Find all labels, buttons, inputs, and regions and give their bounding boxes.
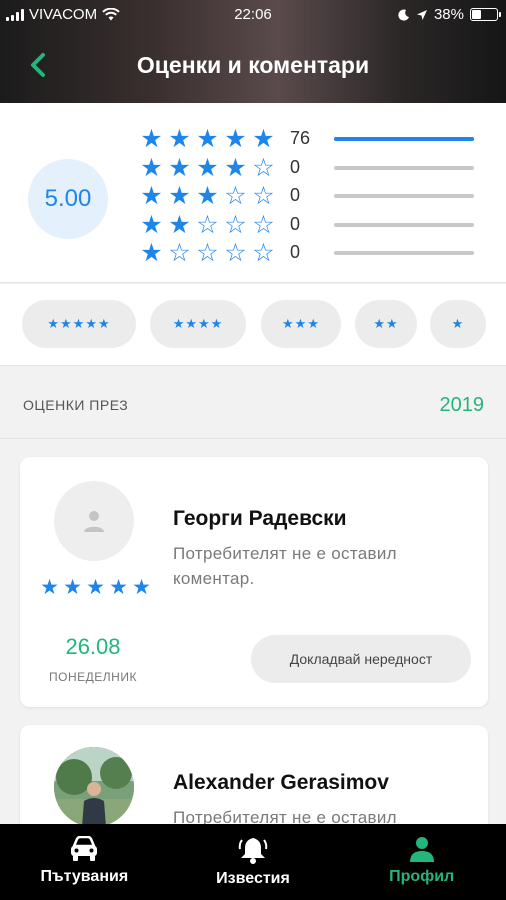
star-filled-icon: ★ [168, 153, 191, 182]
person-placeholder-icon [84, 511, 104, 532]
average-rating: 5.00 [28, 159, 108, 239]
review-card: ★ ★ ★ ★ ★ Георги Радевски Потребителят не е … [20, 457, 488, 707]
tab-label: Профил [389, 868, 455, 885]
ratings-period-bar: ОЦЕНКИ ПРЕЗ 2019 [0, 367, 506, 439]
reviewer-name: Георги Радевски [173, 507, 347, 530]
star-rating-icons: ★ ★ ★ ★ ☆ [138, 154, 277, 182]
review-comment: Потребителят не е оставил коментар. [173, 544, 397, 588]
tab-notifications[interactable]: Известия [169, 824, 338, 900]
rating-progress-bar [334, 222, 474, 227]
rating-row-2: ★ ★ ☆ ☆ ☆ 0 [138, 211, 474, 239]
location-arrow-icon [416, 9, 427, 20]
battery-icon [470, 8, 501, 21]
star-rating-icons: ★ ★ ★ ☆ ☆ [138, 182, 277, 210]
tab-bar: Пътувания Известия Профил [0, 824, 506, 900]
star-filled-icon: ★ [196, 153, 219, 182]
star-outline-icon: ☆ [224, 182, 247, 210]
star-filled-icon: ★ [140, 239, 163, 267]
star-filled-icon: ★ [109, 576, 128, 599]
star-filled-icon: ★ [224, 153, 247, 182]
moon-icon [398, 9, 409, 21]
review-stars: ★ ★ ★ ★ ★ [38, 575, 153, 600]
star-filled-icon: ★ [140, 153, 163, 182]
rating-progress-bar [334, 194, 474, 198]
rating-summary: 5.00 ★ ★ ★ ★ ★ 76 ★ ★ ★ ★ ☆ 0 ★ ★ ★ ☆ ☆ 0 ★ ★ ☆ ☆ ☆ 0 ★ ☆ ☆ ☆ ☆ 0 [0, 103, 506, 283]
star-rating-icons: ★ ☆ ☆ ☆ ☆ [138, 239, 277, 267]
star-outline-icon: ☆ [224, 239, 247, 267]
page-title: Оценки и коментари [136, 52, 370, 78]
star-filled-icon: ★ [132, 576, 151, 599]
star-filled-icon: ★ [168, 210, 191, 239]
ratings-period-label: ОЦЕНКИ ПРЕЗ [23, 397, 129, 413]
star-outline-icon: ☆ [252, 239, 275, 267]
review-weekday: ПОНЕДЕЛНИК [49, 670, 137, 684]
star-outline-icon: ☆ [196, 210, 219, 239]
person-icon [409, 837, 434, 862]
star-filled-icon: ★ [224, 125, 247, 153]
star-filled-icon: ★ [196, 125, 219, 153]
star-filled-icon: ★ [63, 576, 82, 599]
filter-chip-4-stars[interactable]: ★★★★ [150, 300, 246, 348]
filter-chip-2-stars[interactable]: ★★ [355, 300, 417, 348]
star-outline-icon: ☆ [224, 210, 247, 239]
star-filled-icon: ★ [140, 182, 163, 210]
star-filled-icon: ★ [168, 182, 191, 210]
year-selector[interactable]: 2019 [440, 394, 485, 417]
star-outline-icon: ☆ [252, 210, 275, 239]
tab-label: Пътувания [40, 868, 129, 885]
tab-profile[interactable]: Профил [337, 824, 506, 900]
star-filter-bar: ★★★★★ ★★★★ ★★★ ★★ ★ [0, 284, 506, 366]
car-icon [71, 836, 98, 861]
rating-row-5: ★ ★ ★ ★ ★ 76 [138, 125, 474, 153]
rating-progress-bar [334, 251, 474, 255]
report-issue-button[interactable]: Докладвай нередност [251, 635, 471, 683]
rating-count: 76 [290, 128, 311, 148]
star-outline-icon: ☆ [168, 239, 191, 267]
status-bar: VIVACOM 22:06 38% [0, 0, 506, 30]
bell-icon [238, 838, 268, 864]
star-filled-icon: ★ [252, 125, 275, 153]
tab-trips[interactable]: Пътувания [0, 824, 169, 900]
rating-row-3: ★ ★ ★ ☆ ☆ 0 [138, 182, 474, 210]
star-outline-icon: ☆ [252, 182, 275, 210]
rating-count: 0 [290, 185, 301, 205]
filter-chip-1-stars[interactable]: ★ [430, 300, 486, 348]
rating-progress-bar [334, 165, 474, 170]
tab-label: Известия [216, 870, 290, 887]
star-rating-icons: ★ ★ ☆ ☆ ☆ [138, 211, 277, 239]
rating-count: 0 [290, 213, 301, 234]
header: VIVACOM 22:06 38% Оценки и коментари [0, 0, 506, 103]
rating-row-4: ★ ★ ★ ★ ☆ 0 [138, 154, 474, 182]
user-photo [54, 747, 134, 827]
filter-chip-5-stars[interactable]: ★★★★★ [22, 300, 136, 348]
avatar [54, 481, 134, 561]
star-rating-icons: ★ ★ ★ ★ ★ [138, 125, 277, 153]
star-outline-icon: ☆ [196, 239, 219, 267]
rating-row-1: ★ ☆ ☆ ☆ ☆ 0 [138, 239, 474, 267]
star-filled-icon: ★ [140, 210, 163, 239]
star-filled-icon: ★ [168, 125, 191, 153]
avatar [54, 747, 134, 827]
star-filled-icon: ★ [86, 576, 105, 599]
star-outline-icon: ☆ [252, 153, 275, 182]
reviewer-name: Alexander Gerasimov [173, 771, 389, 794]
star-filled-icon: ★ [40, 576, 59, 599]
filter-chip-3-stars[interactable]: ★★★ [261, 300, 341, 348]
review-date: 26.08 [65, 634, 121, 659]
star-filled-icon: ★ [140, 125, 163, 153]
star-filled-icon: ★ [196, 182, 219, 210]
rating-count: 0 [290, 242, 301, 262]
rating-count: 0 [290, 156, 301, 177]
rating-progress-bar [334, 137, 474, 141]
battery-percent: 38% [433, 6, 464, 23]
